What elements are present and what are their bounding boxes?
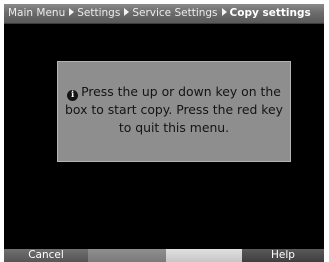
info-icon: i xyxy=(67,90,79,101)
info-dialog: i Press the up or down key on the box to … xyxy=(57,61,291,162)
triangle-right-icon xyxy=(69,8,75,16)
breadcrumb-item-service-settings: Service Settings xyxy=(132,7,218,19)
dialog-message-block: i Press the up or down key on the box to … xyxy=(58,83,290,136)
triangle-right-icon xyxy=(221,8,227,16)
help-button[interactable]: Help xyxy=(242,249,324,262)
header-bar: Main Menu Settings Service Settings Copy se… xyxy=(4,4,324,24)
triangle-right-icon xyxy=(124,8,130,16)
tv-screen: Main Menu Settings Service Settings Copy se… xyxy=(4,4,324,262)
breadcrumb-item-settings: Settings xyxy=(77,7,121,19)
yellow-key-button[interactable] xyxy=(166,249,242,262)
dialog-message: Press the up or down key on the box to s… xyxy=(65,84,283,135)
green-key-button[interactable] xyxy=(88,249,166,262)
breadcrumb: Main Menu Settings Service Settings Copy se… xyxy=(8,7,311,20)
breadcrumb-item-main-menu: Main Menu xyxy=(8,7,66,19)
cancel-button[interactable]: Cancel xyxy=(4,249,88,262)
page-title: Copy settings xyxy=(229,7,311,19)
color-key-bar: Cancel Help xyxy=(4,249,324,262)
